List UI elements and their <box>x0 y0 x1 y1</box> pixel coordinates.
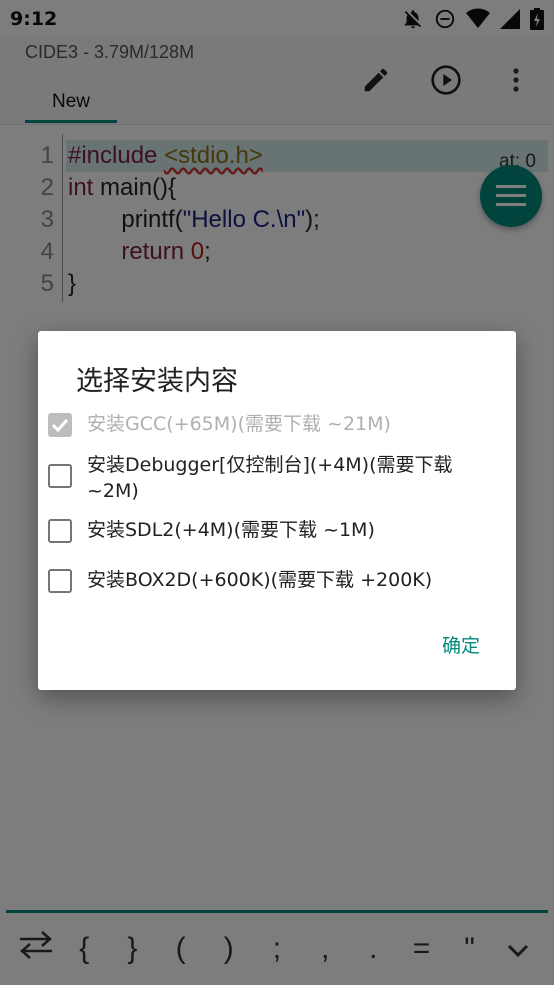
option-debugger[interactable]: 安装Debugger[仅控制台](+4M)(需要下载 ~2M) <box>48 452 488 504</box>
checkbox-box2d[interactable] <box>48 569 72 593</box>
option-box2d[interactable]: 安装BOX2D(+600K)(需要下载 +200K) <box>48 567 488 593</box>
option-gcc: 安装GCC(+65M)(需要下载 ~21M) <box>48 411 488 437</box>
check-icon <box>51 418 69 432</box>
install-options-dialog: 选择安装内容 安装GCC(+65M)(需要下载 ~21M) 安装Debugger… <box>38 331 516 690</box>
option-sdl2[interactable]: 安装SDL2(+4M)(需要下载 ~1M) <box>48 517 488 543</box>
option-label: 安装BOX2D(+600K)(需要下载 +200K) <box>87 569 433 591</box>
option-label: 安装SDL2(+4M)(需要下载 ~1M) <box>87 519 375 541</box>
checkbox-sdl2[interactable] <box>48 519 72 543</box>
option-label: 安装Debugger[仅控制台](+4M)(需要下载 ~2M) <box>87 454 453 502</box>
dialog-title: 选择安装内容 <box>76 366 238 397</box>
checkbox-debugger[interactable] <box>48 464 72 488</box>
option-label: 安装GCC(+65M)(需要下载 ~21M) <box>87 413 391 435</box>
ok-button[interactable]: 确定 <box>442 631 480 658</box>
checkbox-gcc <box>48 413 72 437</box>
